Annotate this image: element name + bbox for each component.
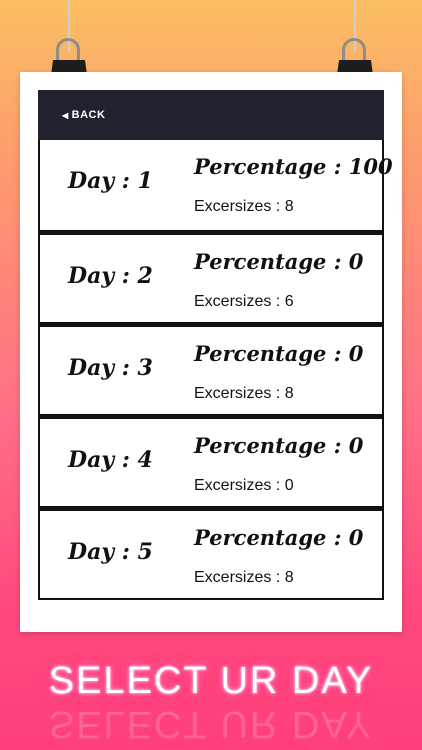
day-card-4[interactable]: Day : 4 Percentage : 0 Excersizes : 0 [38,416,384,508]
exercises-label: Excersizes : 8 [194,198,294,215]
day-card-2[interactable]: Day : 2 Percentage : 0 Excersizes : 6 [38,232,384,324]
day-list: Day : 1 Percentage : 100 Excersizes : 8 … [38,140,393,600]
day-card-1[interactable]: Day : 1 Percentage : 100 Excersizes : 8 [38,140,393,232]
percentage-label: Percentage : 0 [194,341,364,366]
day-label: Day : 1 [68,168,153,194]
day-label: Day : 5 [68,539,153,565]
percentage-label: Percentage : 100 [194,154,393,179]
day-label: Day : 2 [68,263,153,289]
exercises-label: Excersizes : 8 [194,569,294,586]
day-card-3[interactable]: Day : 3 Percentage : 0 Excersizes : 8 [38,324,384,416]
exercises-label: Excersizes : 8 [194,385,294,402]
paper-sheet: ◀ BACK Day : 1 Percentage : 100 Excersiz… [20,72,402,632]
percentage-label: Percentage : 0 [194,433,364,458]
percentage-label: Percentage : 0 [194,249,364,274]
day-label: Day : 3 [68,355,153,381]
top-bar: ◀ BACK [38,90,384,140]
back-arrow-icon: ◀ [62,110,69,120]
percentage-label: Percentage : 0 [194,525,364,550]
exercises-label: Excersizes : 0 [194,477,294,494]
day-card-5[interactable]: Day : 5 Percentage : 0 Excersizes : 8 [38,508,384,600]
select-day-title: SELECT UR DAY [48,660,374,702]
back-label: BACK [71,109,106,121]
day-label: Day : 4 [68,447,153,473]
select-day-title-reflection: SELECT UR DAY [48,703,374,745]
exercises-label: Excersizes : 6 [194,293,294,310]
back-button[interactable]: ◀ BACK [62,106,105,124]
